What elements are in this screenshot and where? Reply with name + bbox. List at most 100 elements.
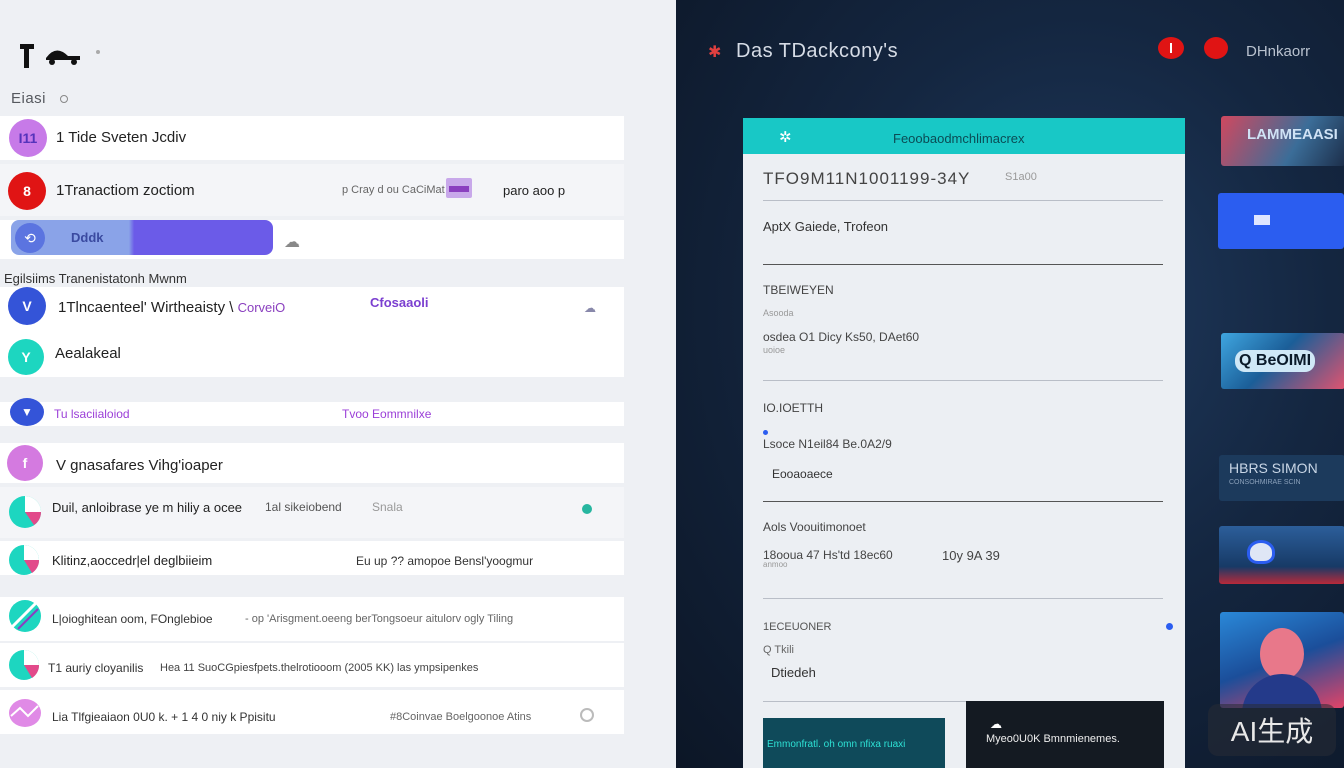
card-header: ✲ Feoobaodmchlimacrex	[743, 118, 1185, 154]
tile-text: Emmonfratl. oh omn nfixa ruaxi	[767, 739, 906, 750]
list-item-title: L|oioghitean oom, FOnglebioe	[52, 612, 213, 626]
list-item-title: T1 auriy cloyanilis	[48, 661, 144, 675]
notification-dot-icon[interactable]	[1158, 37, 1184, 59]
tile[interactable]: ☁ Myeo0U0K Bmnmienemes.	[966, 701, 1164, 768]
list-item[interactable]: Duil, anloibrase ye m hiliy a ocee 1al s…	[0, 487, 624, 538]
avatar: V	[8, 287, 46, 325]
list-item-meta: - op 'Arisgment.oeeng berTongsoeur aitul…	[245, 613, 514, 625]
field-value: osdea O1 Dicy Ks50, DAet60	[763, 330, 920, 344]
thumbnail[interactable]	[1218, 193, 1344, 249]
list-item-title: Duil, anloibrase ye m hiliy a ocee	[52, 500, 243, 515]
status-dot-icon	[60, 95, 69, 104]
list-item[interactable]: 8 1Tranactiom zoctiom p Cray d ou CaCiMa…	[0, 164, 624, 216]
list-item-title: 1Tlncaenteel' Wirtheaisty \ CorveiO	[58, 299, 285, 316]
avatar: I11	[9, 119, 47, 157]
pill-button[interactable]: ⟲ Dddk	[11, 220, 273, 255]
field-label: Aols Voouitimonoet	[763, 520, 866, 534]
thumbnail[interactable]: HBRS SIMON CONSOHMIRAE SCIN	[1219, 455, 1344, 501]
avatar: f	[7, 445, 43, 481]
tile[interactable]: Emmonfratl. oh omn nfixa ruaxi	[763, 718, 945, 768]
status-dot-icon	[1166, 623, 1173, 630]
list-item-extra: Snala	[372, 500, 403, 514]
watermark: AI生成	[1208, 704, 1336, 756]
app-logo-icon	[20, 44, 100, 68]
list-item[interactable]: Lia Tlfgieaiaon 0U0 k. + 1 4 0 niy k Ppi…	[0, 690, 624, 734]
thumbnail-label: HBRS SIMON	[1229, 460, 1318, 476]
thumbnail[interactable]: Q BeOIMI	[1221, 333, 1344, 389]
field-label: IO.IOETTH	[763, 401, 823, 415]
user-name[interactable]: DHnkaorr	[1246, 43, 1310, 60]
alert-dot-icon[interactable]	[1204, 37, 1228, 59]
thumbnail-photo[interactable]	[1220, 612, 1344, 708]
thumbnail-icon	[446, 178, 472, 198]
list-item-meta: 1al sikeiobend	[265, 500, 342, 514]
list-header-label: Eiasi	[11, 90, 47, 107]
field-label: 1ECEUONER	[763, 621, 832, 633]
cloud-icon: ☁	[990, 717, 1002, 731]
list-item-title: 1Tranactiom zoctiom	[56, 182, 195, 199]
list-item-meta: Eu up ?? amopoe Bensl'yoogmur	[356, 554, 534, 568]
list-item-accent: CorveiO	[237, 300, 286, 315]
field-label: TBEIWEYEN	[763, 283, 834, 297]
link-icon: ⟲	[15, 223, 45, 253]
gear-icon: ✲	[779, 129, 792, 146]
chevron-down-icon: ▼	[10, 398, 44, 426]
list-item[interactable]: f V gnasafares Vihg'ioaper	[0, 443, 624, 483]
settings-icon[interactable]	[580, 708, 594, 722]
pie-avatar-icon	[9, 496, 41, 528]
list-item-title: 1 Tide Sveten Jcdiv	[56, 129, 187, 146]
list-item-title: Aealakeal	[55, 345, 121, 362]
pie-avatar-icon	[9, 545, 40, 575]
list-item[interactable]: Klitinz,aoccedr|el deglbiieim Eu up ?? a…	[0, 541, 624, 575]
asterisk-icon: ✱	[708, 44, 722, 61]
list-item-title: Klitinz,aoccedr|el deglbiieim	[52, 553, 213, 568]
list-item[interactable]: T1 auriy cloyanilis Hea 11 SuoCGpiesfpet…	[0, 643, 624, 687]
thumbnail[interactable]: LAMMEAASI	[1221, 116, 1344, 166]
field-value: Lsoce N1eil84 Be.0A2/9	[763, 437, 892, 451]
list-item-extra: paro aoo p	[503, 183, 566, 198]
list-item-right: Tvoo Eommnilxe	[342, 407, 432, 421]
bullet-icon	[763, 430, 768, 435]
divider	[763, 501, 1163, 502]
field-value: Dtiedeh	[771, 665, 816, 680]
list-item[interactable]: L|oioghitean oom, FOnglebioe - op 'Arisg…	[0, 597, 624, 641]
thumbnail[interactable]	[1219, 526, 1344, 584]
list-item-meta: #8Coinvae Boelgoonoe Atins	[390, 711, 532, 723]
list-item-title-text: 1Tlncaenteel' Wirtheaisty \	[58, 299, 234, 316]
image-icon	[1254, 215, 1270, 225]
thumbnail-label: LAMMEAASI	[1247, 126, 1338, 143]
list-item-title: V gnasafares Vihg'ioaper	[56, 457, 223, 474]
field-sub: uoioe	[763, 345, 786, 355]
record-id-suffix: S1a00	[1005, 171, 1037, 183]
pie-avatar-icon	[9, 600, 41, 632]
field-value: AptX Gaiede, Trofeon	[763, 219, 889, 234]
detail-card: ✲ Feoobaodmchlimacrex TFO9M11N1001199-34…	[743, 118, 1185, 768]
list-header: Eiasi	[11, 90, 69, 107]
person-shoulders-icon	[1242, 674, 1322, 708]
list-item[interactable]: Y Aealakeal	[0, 331, 624, 377]
field-sub: anmoo	[763, 560, 788, 569]
thumbnail-sub: CONSOHMIRAE SCIN	[1229, 479, 1301, 486]
section-label: Egilsiims Tranenistatonh Mwnm	[4, 271, 187, 286]
record-id: TFO9M11N1001199-34Y	[763, 169, 971, 188]
field-hint: Q Tkili	[763, 644, 794, 656]
card-header-title: Feoobaodmchlimacrex	[893, 131, 1025, 146]
divider	[763, 200, 1163, 201]
list-item[interactable]: ▼ Tu lsaciialoiod Tvoo Eommnilxe	[0, 398, 624, 426]
status-dot-icon	[582, 504, 592, 514]
list-item-meta: Hea 11 SuoCGpiesfpets.thelrotiooom (2005…	[160, 662, 479, 674]
pie-avatar-icon	[9, 650, 40, 680]
tile-text: Myeo0U0K Bmnmienemes.	[986, 733, 1120, 745]
list-item[interactable]: V 1Tlncaenteel' Wirtheaisty \ CorveiO Cf…	[0, 287, 624, 331]
cloud-icon: ☁	[284, 234, 300, 251]
list-item-title: Lia Tlfgieaiaon 0U0 k. + 1 4 0 niy k Ppi…	[52, 710, 276, 724]
field-sub: Eooaoaece	[772, 467, 833, 481]
field-value-2: 10y 9A 39	[942, 548, 1000, 563]
person-face-icon	[1260, 628, 1304, 680]
divider	[763, 598, 1163, 599]
list-item[interactable]: ⟲ Dddk ☁	[0, 220, 624, 259]
left-pane: Eiasi I11 1 Tide Sveten Jcdiv 8 1Tranact…	[0, 0, 676, 768]
list-item[interactable]: I11 1 Tide Sveten Jcdiv	[0, 116, 624, 160]
divider	[763, 264, 1163, 265]
right-pane: ✱ Das TDackcony's DHnkaorr ✲ Feoobaodmch…	[676, 0, 1344, 768]
